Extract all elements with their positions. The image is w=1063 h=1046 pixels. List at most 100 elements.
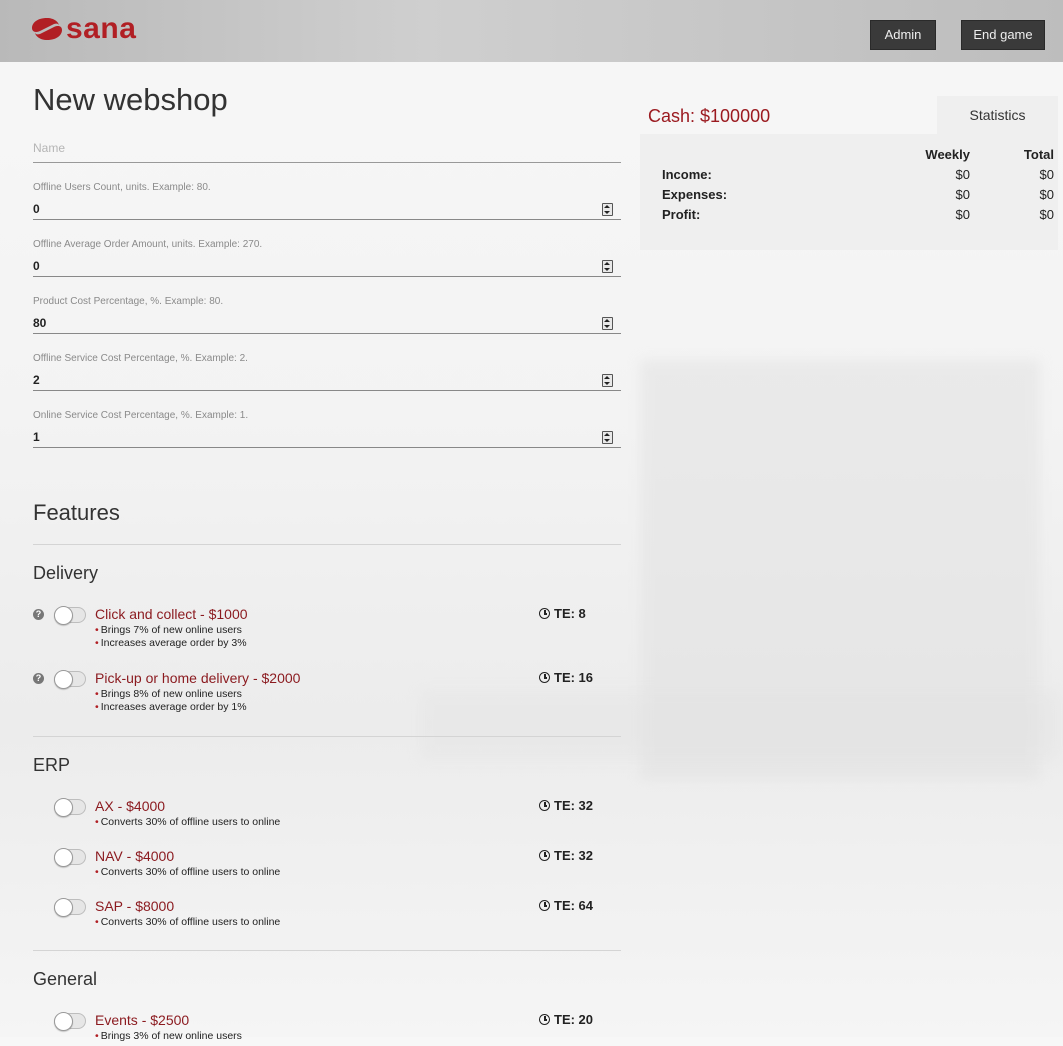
te-value: TE: 32 [554,848,594,863]
name-field[interactable] [33,136,621,163]
time-estimate: TE: 64 [539,898,593,914]
page-title: New webshop [33,82,228,117]
stats-weekly-value: $0 [955,166,970,182]
stats-weekly-value: $0 [955,186,970,202]
statistics-panel: Weekly Total Income: $0 $0 Expenses: $0 $0 Pro… [640,134,1058,250]
stats-row-label: Expenses: [662,186,728,202]
feature-toggle[interactable] [54,798,86,817]
top-bar: sana Admin End game [0,0,1063,62]
feature-toggle[interactable] [54,670,86,689]
clock-icon [539,850,550,861]
field-value[interactable]: 80 [33,316,46,330]
feature-title: Click and collect - $1000 [95,606,248,622]
field-value[interactable]: 0 [33,202,40,216]
bullet-item: Increases average order by 3% [95,637,247,650]
stats-row: Expenses: $0 $0 [640,184,1058,204]
toggle-knob [54,848,73,867]
number-input[interactable]: 0 [33,256,621,277]
feature-bullets: Converts 30% of offline users to online [95,816,281,829]
feature-toggle[interactable] [54,848,86,867]
admin-button[interactable]: Admin [870,20,936,50]
number-input[interactable]: 0 [33,199,621,220]
feature-toggle[interactable] [54,898,86,917]
clock-icon [539,900,550,911]
te-value: TE: 20 [554,1012,594,1027]
group-title: General [33,969,98,989]
spinner-icon[interactable] [602,260,613,273]
feature-item: ? Pick-up or home delivery - $2000 TE: 16 B… [33,670,621,718]
feature-item: Events - $2500TE: 20Brings 3% of new onl… [33,1012,621,1046]
stats-weekly-value: $0 [955,206,970,222]
spinner-icon[interactable] [602,203,613,216]
cash-display: Cash: $100000 [648,106,771,126]
field-label: Offline Average Order Amount, units. Exa… [33,239,263,250]
col-weekly: Weekly [925,146,970,162]
number-field[interactable]: Online Service Cost Percentage, %. Examp… [33,409,621,448]
feature-bullets: Brings 7% of new online usersIncreases a… [95,624,247,650]
feature-title: Events - $2500 [95,1012,190,1028]
bullet-item: Converts 30% of offline users to online [95,816,281,829]
toggle-knob [54,798,73,817]
field-label: Offline Service Cost Percentage, %. Exam… [33,353,248,364]
stats-table: Weekly Total Income: $0 $0 Expenses: $0 $0 Pro… [640,144,1058,224]
toggle-knob [54,670,73,689]
field-value[interactable]: 0 [33,259,40,273]
sana-logo-icon [32,18,62,40]
stats-row: Income: $0 $0 [640,164,1058,184]
time-estimate: TE: 8 [539,606,586,622]
feature-item: ? Click and collect - $1000 TE: 8 Brings 7%… [33,606,621,654]
number-field[interactable]: Offline Users Count, units. Example: 80.… [33,181,621,220]
bullet-item: Converts 30% of offline users to online [95,866,281,879]
number-field[interactable]: Product Cost Percentage, %. Example: 80.… [33,295,621,334]
name-input[interactable] [33,136,621,160]
clock-icon [539,672,550,683]
number-input[interactable]: 1 [33,427,621,448]
number-input[interactable]: 80 [33,313,621,334]
end-game-button[interactable]: End game [961,20,1045,50]
clock-icon [539,1014,550,1025]
te-value: TE: 16 [554,670,594,685]
field-label: Product Cost Percentage, %. Example: 80. [33,296,224,307]
sana-logo[interactable]: sana [30,14,136,44]
col-total: Total [1023,146,1054,162]
clock-icon [539,800,550,811]
stats-row: Profit: $0 $0 [640,204,1058,224]
bullet-item: Brings 7% of new online users [95,624,247,637]
te-value: TE: 64 [554,898,594,913]
stats-row-label: Profit: [662,206,701,222]
feature-item: NAV - $4000 TE: 32 Converts 30% of offline… [33,848,621,882]
stats-row-label: Income: [662,166,712,182]
stats-total-value: $0 [1039,186,1054,202]
stats-total-value: $0 [1039,166,1054,182]
number-field[interactable]: Offline Service Cost Percentage, %. Exam… [33,352,621,391]
question-circle-icon[interactable]: ? [33,673,44,684]
divider [33,544,621,545]
webshop-form: New webshop Offline Users Count, units. … [33,62,621,1046]
feature-bullets: Converts 30% of offline users to online [95,866,281,879]
bullet-item: Increases average order by 1% [95,701,247,714]
time-estimate: TE: 32 [539,848,593,864]
te-value: TE: 32 [554,798,594,813]
spinner-icon[interactable] [602,431,613,444]
spinner-icon[interactable] [602,317,613,330]
field-value[interactable]: 1 [33,430,40,444]
feature-toggle[interactable] [54,1012,86,1031]
number-input[interactable]: 2 [33,370,621,391]
feature-bullets: Brings 8% of new online usersIncreases a… [95,688,247,714]
te-value: TE: 8 [554,606,586,621]
clock-icon [539,608,550,619]
spinner-icon[interactable] [602,374,613,387]
number-field[interactable]: Offline Average Order Amount, units. Exa… [33,238,621,277]
time-estimate: TE: 32 [539,798,593,814]
question-circle-icon[interactable]: ? [33,609,44,620]
feature-toggle[interactable] [54,606,86,625]
stats-total-value: $0 [1039,206,1054,222]
field-value[interactable]: 2 [33,373,40,387]
tab-statistics[interactable]: Statistics [937,96,1058,134]
feature-title: NAV - $4000 [95,848,175,864]
divider [33,950,621,951]
time-estimate: TE: 20 [539,1012,593,1028]
feature-item: SAP - $8000 TE: 64 Converts 30% of offline… [33,898,621,932]
feature-bullets: Converts 30% of offline users to online [95,916,281,929]
toggle-knob [54,606,73,625]
